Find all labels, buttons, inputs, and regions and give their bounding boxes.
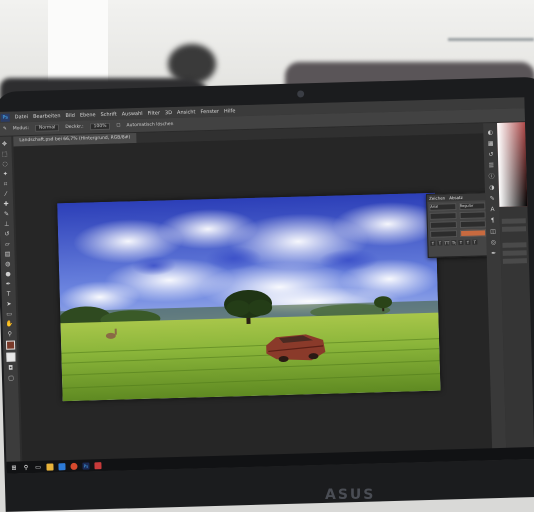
menu-item-auswahl[interactable]: Auswahl	[122, 110, 143, 117]
menu-item-3d[interactable]: 3D	[165, 110, 172, 116]
hand-tool-icon[interactable]: ✋	[5, 321, 14, 328]
font-style-select[interactable]: Regular	[458, 202, 486, 211]
swatches-panel-icon[interactable]: ▦	[487, 140, 495, 147]
paragraph-panel-icon[interactable]: ¶	[489, 217, 497, 224]
shape-tool-icon[interactable]: ▭	[5, 311, 13, 318]
superscript-button[interactable]: T	[458, 239, 464, 246]
lasso-tool-icon[interactable]: ◌	[1, 161, 9, 168]
healing-tool-icon[interactable]: ✚	[2, 201, 10, 208]
faux-italic-button[interactable]: T	[437, 240, 443, 246]
dodge-tool-icon[interactable]: ●	[4, 271, 12, 278]
info-panel-icon[interactable]: ⓘ	[487, 173, 495, 180]
auto-erase-checkbox[interactable]: ☐	[116, 123, 120, 128]
menu-item-fenster[interactable]: Fenster	[200, 108, 219, 115]
webcam	[297, 90, 305, 98]
path-select-tool-icon[interactable]: ➤	[5, 301, 13, 308]
text-style-buttons: T T TT Tt T T T	[428, 236, 488, 246]
font-family-select[interactable]: Arial	[429, 203, 456, 211]
color-panel-icon[interactable]: ◐	[486, 129, 494, 136]
subscript-button[interactable]: T	[465, 239, 471, 245]
photoshop-logo-icon: Ps	[0, 113, 10, 122]
menu-item-filter[interactable]: Filter	[148, 110, 161, 116]
menu-item-hilfe[interactable]: Hilfe	[224, 108, 236, 114]
canvas-area[interactable]: Zeichen Absatz Arial Regular T T TT Tt T…	[13, 133, 493, 474]
brush-tool-icon[interactable]: ✎	[2, 211, 10, 218]
layers-panel-icon[interactable]: ◫	[489, 228, 497, 235]
menu-item-datei[interactable]: Datei	[15, 114, 29, 120]
adjustments-row[interactable]	[501, 218, 526, 224]
type-tool-icon[interactable]: T	[5, 291, 13, 298]
menu-item-schrift[interactable]: Schrift	[100, 111, 116, 117]
channels-panel-icon[interactable]: ◎	[489, 239, 497, 246]
menu-item-bild[interactable]: Bild	[65, 112, 75, 118]
vintage-car	[266, 334, 326, 363]
underline-button[interactable]: T	[472, 239, 478, 245]
character-panel-icon[interactable]: A	[488, 206, 496, 213]
opacity-field[interactable]: 100%	[89, 122, 111, 131]
landscape-image	[57, 192, 441, 402]
tracking-field[interactable]	[459, 220, 486, 229]
file-explorer-icon[interactable]	[46, 462, 54, 471]
properties-panel-icon[interactable]: ☰	[487, 162, 495, 169]
background-color-swatch[interactable]	[5, 352, 16, 362]
asus-logo: ASUS	[325, 487, 376, 503]
marquee-tool-icon[interactable]: ⬚	[1, 151, 9, 158]
all-caps-button[interactable]: TT	[444, 240, 450, 246]
paths-panel-icon[interactable]: ✒	[490, 250, 498, 257]
chrome-icon[interactable]	[70, 462, 78, 470]
screen-mode-icon[interactable]: ▢	[7, 375, 15, 382]
auto-erase-label: Automatisch löschen	[126, 122, 174, 129]
laptop-screen: Ps Datei Bearbeiten Bild Ebene Schrift A…	[0, 97, 534, 474]
move-tool-icon[interactable]: ✥	[0, 141, 8, 148]
menu-item-ebene[interactable]: Ebene	[80, 112, 96, 118]
landscape-artwork	[57, 192, 441, 402]
quick-mask-icon[interactable]: ◘	[7, 365, 15, 372]
mode-select[interactable]: Normal	[34, 124, 60, 132]
layers-row[interactable]	[502, 258, 527, 264]
eraser-tool-icon[interactable]: ▱	[3, 241, 11, 248]
opacity-label: Deckkr.:	[65, 124, 84, 131]
store-icon[interactable]	[58, 462, 66, 470]
grass-field	[60, 312, 441, 402]
foreground-color-swatch[interactable]	[5, 340, 15, 350]
zoom-tool-icon[interactable]: ⚲	[6, 331, 14, 338]
laptop-bezel: Ps Datei Bearbeiten Bild Ebene Schrift A…	[0, 76, 534, 512]
color-picker-field[interactable]	[497, 122, 528, 207]
mode-label: Modus:	[12, 126, 30, 132]
history-brush-tool-icon[interactable]: ↺	[3, 231, 11, 238]
leading-field[interactable]	[459, 211, 486, 220]
adjustments-row[interactable]	[501, 226, 527, 232]
magic-wand-tool-icon[interactable]: ✦	[1, 171, 9, 178]
menu-item-ansicht[interactable]: Ansicht	[177, 109, 196, 116]
character-panel: Zeichen Absatz Arial Regular T T TT Tt T…	[426, 192, 490, 258]
small-caps-button[interactable]: Tt	[451, 240, 457, 246]
kerning-field[interactable]	[429, 221, 457, 229]
faux-bold-button[interactable]: T	[430, 240, 436, 246]
menu-item-bearbeiten[interactable]: Bearbeiten	[33, 113, 61, 120]
pen-tool-icon[interactable]: ✒	[4, 281, 12, 288]
layers-row[interactable]	[502, 242, 527, 248]
stamp-tool-icon[interactable]: ⊥	[3, 221, 11, 228]
windows-start-icon[interactable]: ⊞	[10, 464, 17, 471]
crop-tool-icon[interactable]: ⌗	[1, 181, 9, 188]
text-color-swatch[interactable]	[459, 229, 487, 238]
blur-tool-icon[interactable]: ◍	[4, 261, 12, 268]
tab-zeichen[interactable]: Zeichen	[429, 194, 445, 201]
photoshop-icon[interactable]: Ps	[82, 461, 90, 470]
font-size-field[interactable]	[429, 212, 457, 220]
adjustments-panel-icon[interactable]: ◑	[488, 184, 496, 191]
search-icon[interactable]: ⚲	[22, 464, 29, 471]
gradient-tool-icon[interactable]: ▤	[3, 251, 11, 258]
eyedropper-tool-icon[interactable]: ⁄	[2, 191, 10, 198]
tab-absatz[interactable]: Absatz	[449, 194, 463, 201]
task-view-icon[interactable]: ▭	[34, 463, 41, 470]
brush-panel-icon[interactable]: ✎	[488, 195, 496, 202]
brush-tool-icon[interactable]: ✎	[3, 127, 7, 132]
app-icon[interactable]	[94, 461, 102, 469]
layers-row[interactable]	[502, 250, 527, 256]
vertical-scale-field[interactable]	[430, 230, 457, 238]
history-panel-icon[interactable]: ↺	[487, 151, 495, 158]
